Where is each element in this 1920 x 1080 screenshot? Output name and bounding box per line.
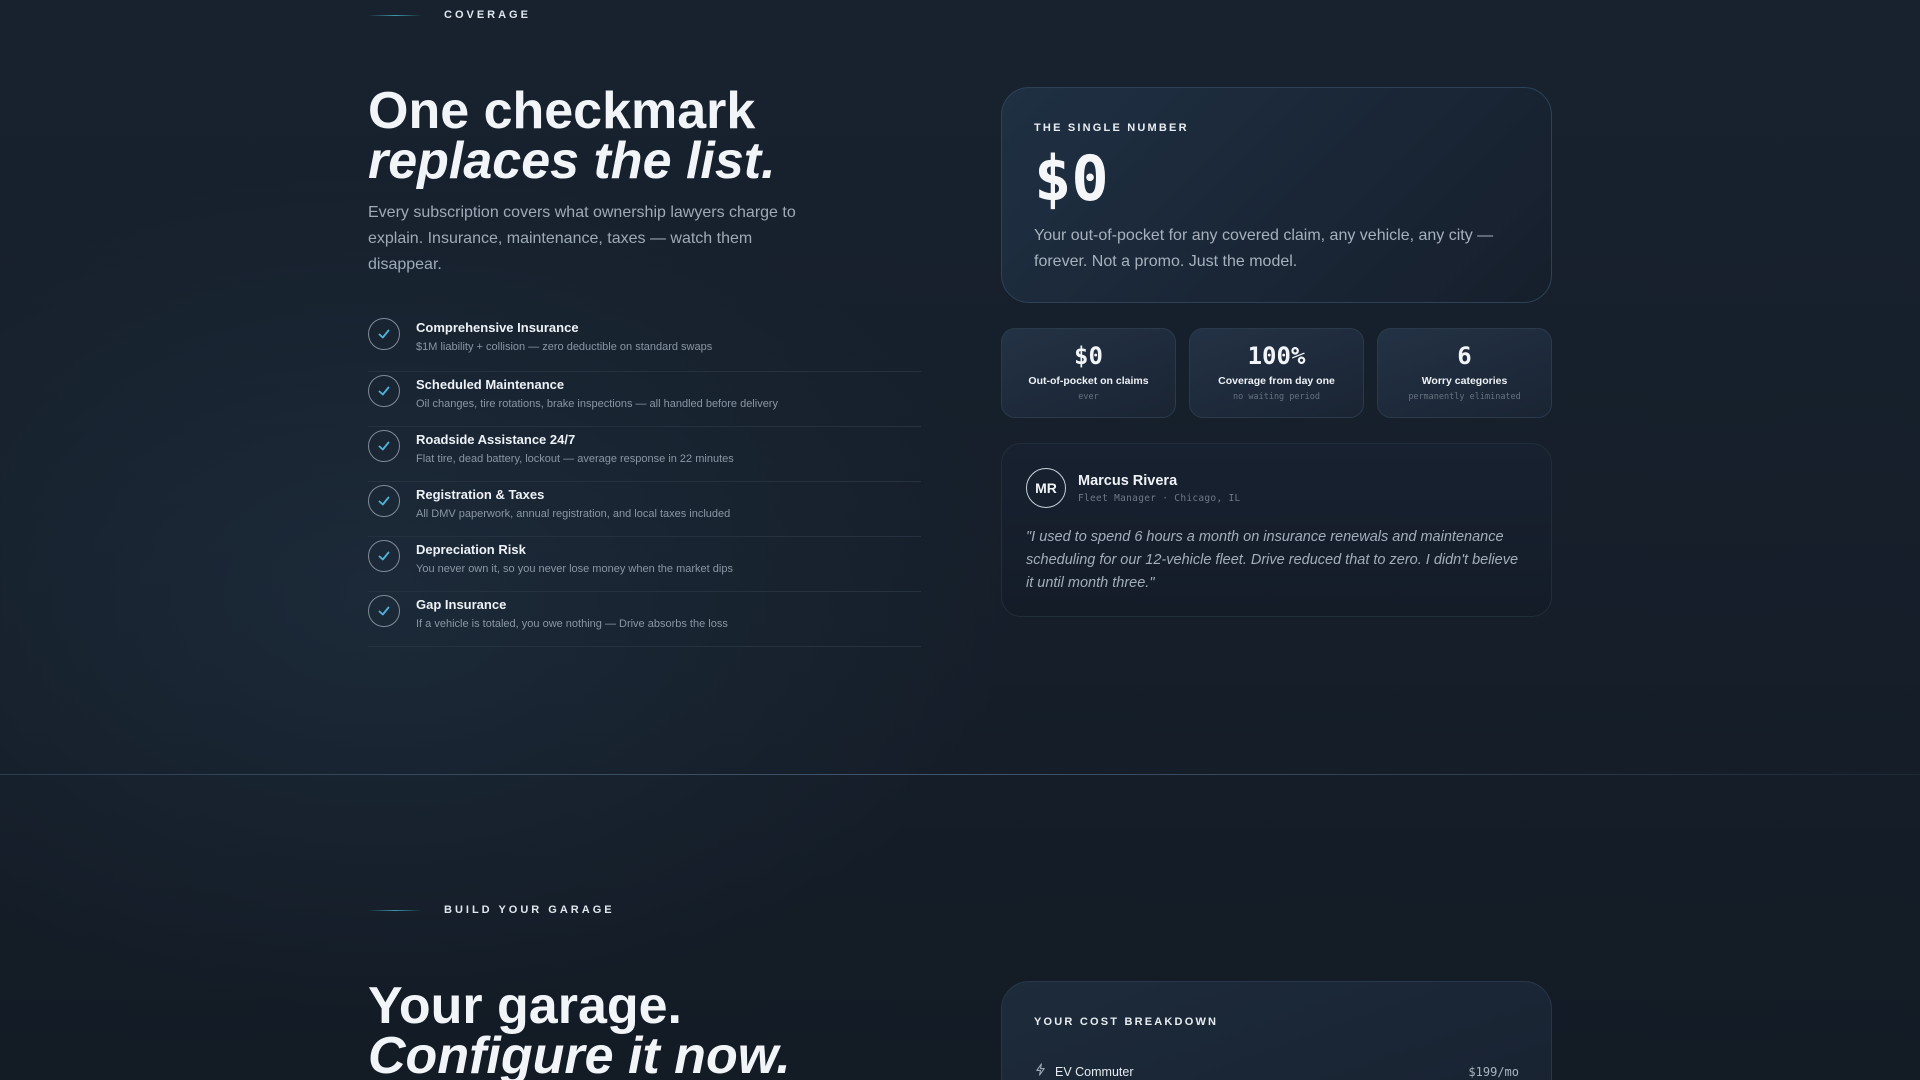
checklist-item-desc: You never own it, so you never lose mone… [416, 563, 733, 575]
coverage-headline-line2: replaces the list. [368, 132, 776, 190]
garage-headline-line1: Your garage. [368, 977, 683, 1035]
coverage-headline-line1: One checkmark [368, 82, 756, 140]
page: COVERAGE One checkmark replaces the list… [0, 0, 1920, 1080]
stat-sub: ever [1078, 392, 1099, 402]
bolt-icon [1034, 1063, 1047, 1080]
stat-label: Worry categories [1421, 375, 1508, 387]
section-label-line [368, 909, 422, 911]
checklist-item-desc: Flat tire, dead battery, lockout — avera… [416, 453, 734, 465]
single-number-card: THE SINGLE NUMBER $0 Your out-of-pocket … [1001, 87, 1552, 303]
check-icon [368, 430, 400, 462]
coverage-checklist: Comprehensive Insurance $1M liability + … [368, 317, 921, 647]
checklist-item: Scheduled Maintenance Oil changes, tire … [368, 372, 921, 427]
section-divider [0, 774, 1920, 775]
checklist-item-desc: If a vehicle is totaled, you owe nothing… [416, 618, 728, 630]
cost-row: EV Commuter $199/mo [1034, 1063, 1519, 1080]
cost-breakdown-eyebrow: YOUR COST BREAKDOWN [1034, 1016, 1219, 1028]
stat-card: $0 Out-of-pocket on claims ever [1001, 328, 1176, 418]
cost-row-price: $199/mo [1468, 1065, 1519, 1079]
testimonial-card: MR Marcus Rivera Fleet Manager · Chicago… [1001, 443, 1552, 617]
section-label-coverage: COVERAGE [368, 9, 531, 21]
check-icon [368, 595, 400, 627]
checklist-item: Roadside Assistance 24/7 Flat tire, dead… [368, 427, 921, 482]
checklist-item: Depreciation Risk You never own it, so y… [368, 537, 921, 592]
stat-value: 6 [1457, 342, 1472, 370]
check-icon [368, 375, 400, 407]
checklist-item-desc: $1M liability + collision — zero deducti… [416, 341, 713, 353]
testimonial-name: Marcus Rivera [1078, 472, 1178, 489]
section-label-garage: BUILD YOUR GARAGE [368, 904, 615, 916]
stat-value: 100% [1247, 342, 1306, 370]
check-icon [368, 485, 400, 517]
testimonial-header: MR Marcus Rivera Fleet Manager · Chicago… [1026, 468, 1527, 508]
garage-headline: Your garage. Configure it now. [368, 977, 791, 1080]
checklist-item-title: Comprehensive Insurance [416, 320, 579, 335]
testimonial-role: Fleet Manager · Chicago, IL [1078, 492, 1241, 504]
cost-breakdown-card: YOUR COST BREAKDOWN EV Commuter $199/mo [1001, 981, 1552, 1080]
checklist-item: Registration & Taxes All DMV paperwork, … [368, 482, 921, 537]
section-label-line [368, 14, 422, 16]
garage-headline-line2: Configure it now. [368, 1027, 791, 1080]
check-icon [368, 318, 400, 350]
section-label-text: BUILD YOUR GARAGE [444, 904, 615, 916]
cost-row-name: EV Commuter [1055, 1065, 1134, 1079]
single-number-eyebrow: THE SINGLE NUMBER [1034, 122, 1189, 134]
checklist-item: Gap Insurance If a vehicle is totaled, y… [368, 592, 921, 647]
single-number-value: $0 [1034, 142, 1109, 215]
stat-label: Coverage from day one [1218, 375, 1335, 387]
stat-value: $0 [1074, 342, 1103, 370]
testimonial-quote: "I used to spend 6 hours a month on insu… [1026, 529, 1519, 591]
checklist-item-title: Registration & Taxes [416, 487, 545, 502]
stat-cards: $0 Out-of-pocket on claims ever 100% Cov… [1001, 328, 1552, 418]
checklist-item-title: Scheduled Maintenance [416, 377, 565, 392]
checklist-item-desc: All DMV paperwork, annual registration, … [416, 508, 731, 520]
stat-sub: permanently eliminated [1408, 392, 1521, 402]
stat-label: Out-of-pocket on claims [1028, 375, 1149, 387]
stat-sub: no waiting period [1233, 392, 1320, 402]
checklist-item-title: Roadside Assistance 24/7 [416, 432, 576, 447]
checklist-item: Comprehensive Insurance $1M liability + … [368, 317, 921, 372]
avatar: MR [1026, 468, 1066, 508]
coverage-headline: One checkmark replaces the list. [368, 82, 776, 190]
coverage-lede: Every subscription covers what ownership… [368, 204, 796, 273]
checklist-item-title: Gap Insurance [416, 597, 507, 612]
checklist-item-title: Depreciation Risk [416, 542, 526, 557]
section-label-text: COVERAGE [444, 9, 531, 21]
single-number-desc: Your out-of-pocket for any covered claim… [1034, 227, 1494, 270]
check-icon [368, 540, 400, 572]
stat-card: 6 Worry categories permanently eliminate… [1377, 328, 1552, 418]
stat-card: 100% Coverage from day one no waiting pe… [1189, 328, 1364, 418]
checklist-item-desc: Oil changes, tire rotations, brake inspe… [416, 398, 778, 410]
